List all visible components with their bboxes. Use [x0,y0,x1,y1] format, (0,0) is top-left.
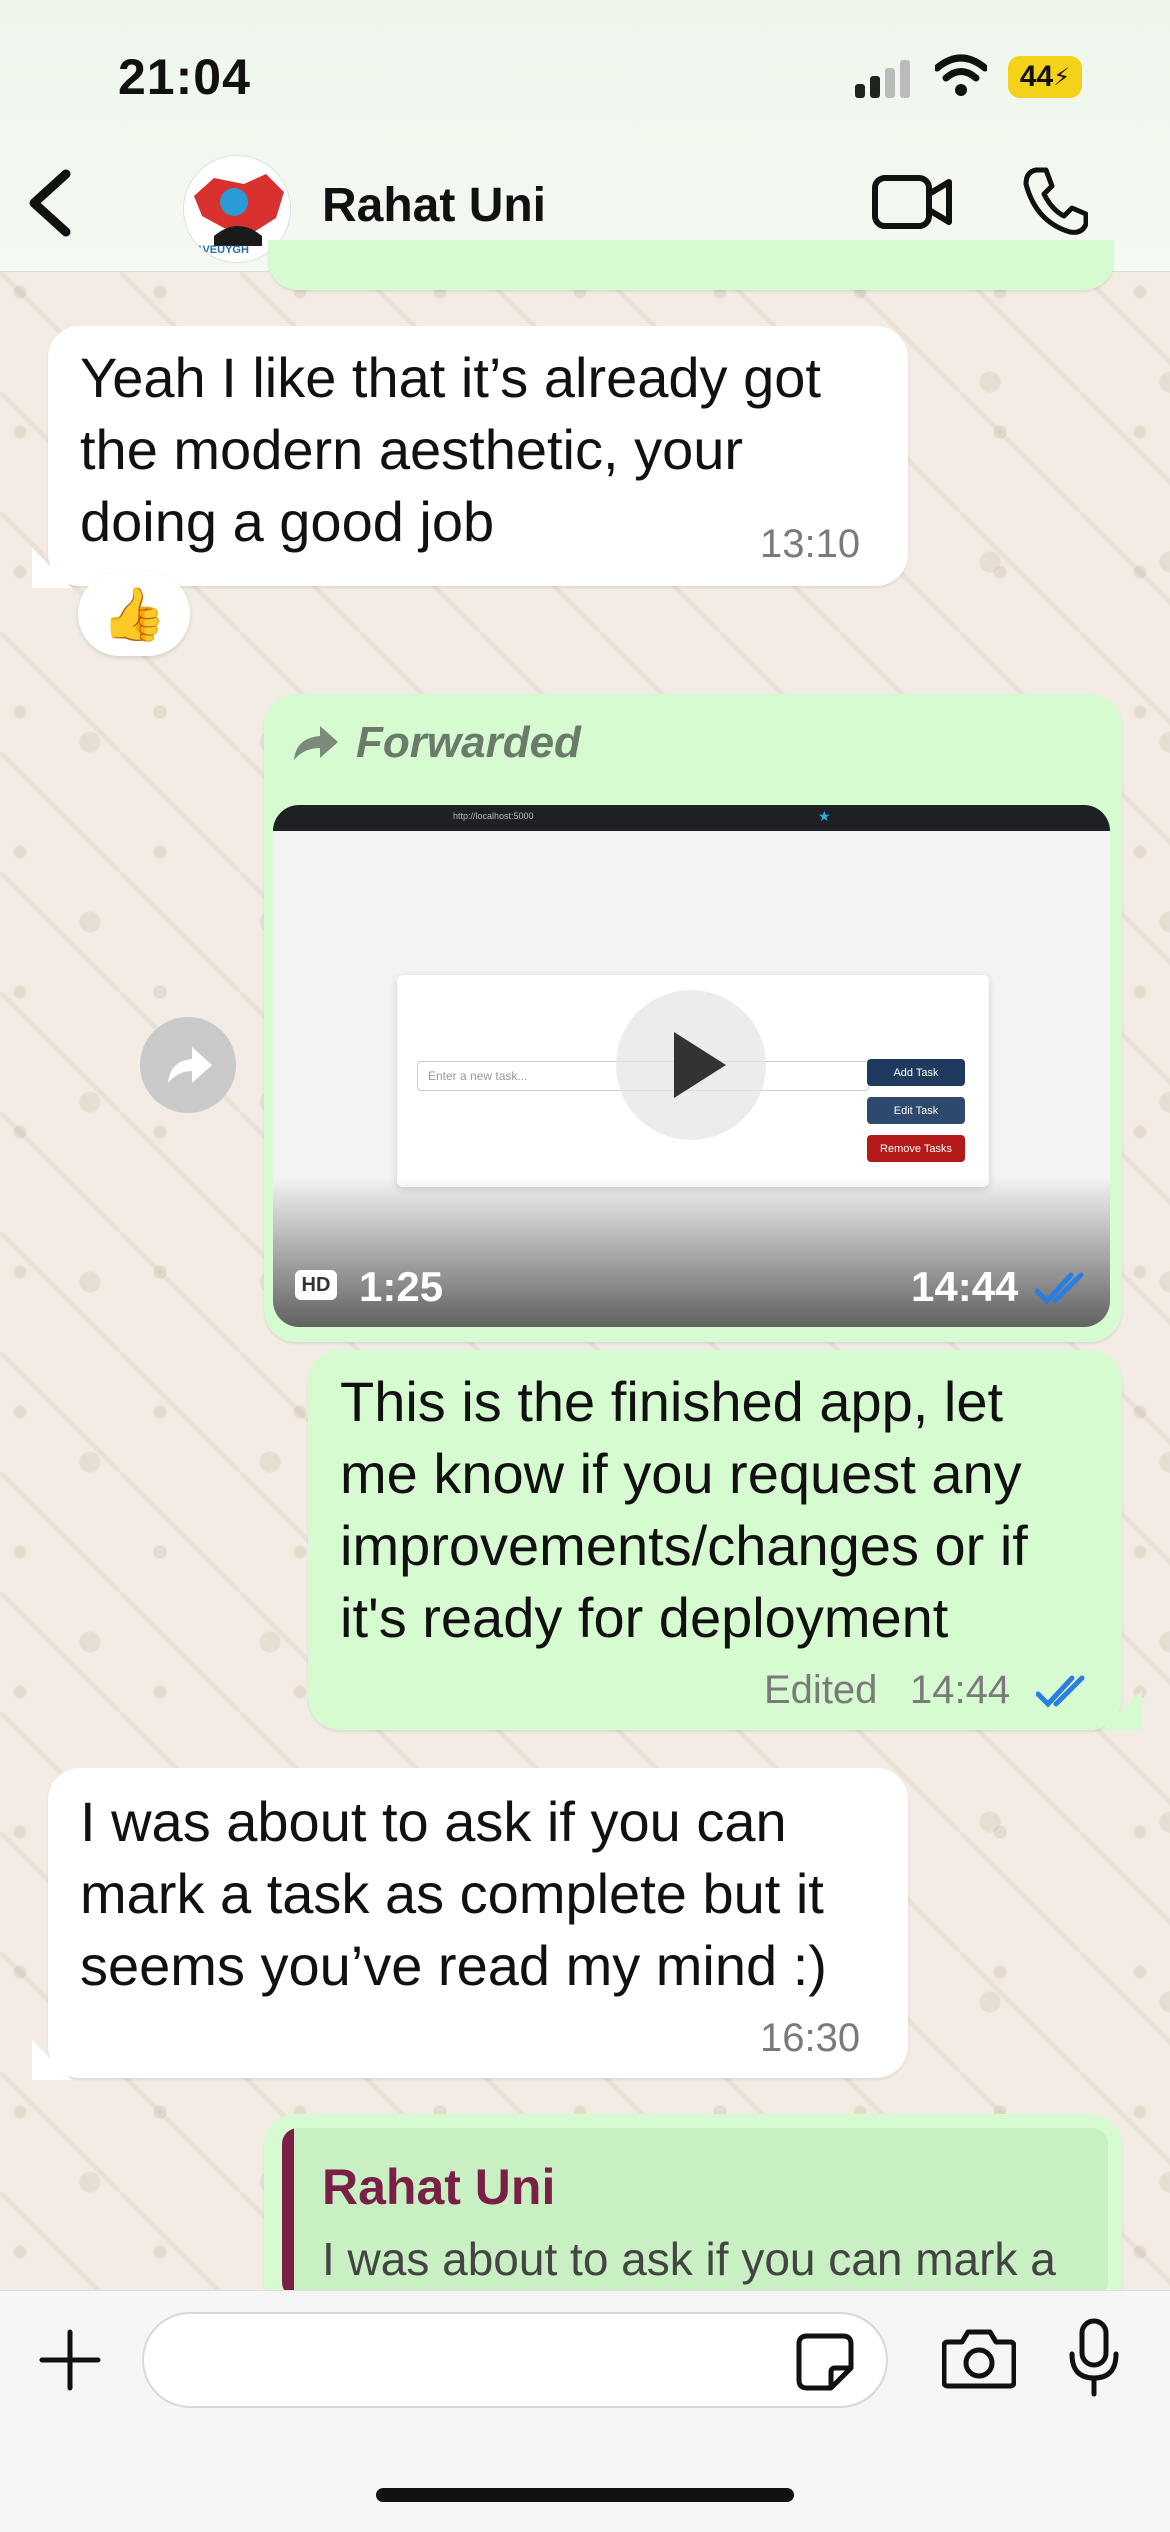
remove-tasks-preview-button: Remove Tasks [867,1135,965,1162]
play-button[interactable] [616,990,766,1140]
wifi-icon [935,54,987,96]
message-time: 14:44 [910,1668,1011,1712]
message-line: This is the finished app, let [340,1370,1004,1433]
share-arrow-icon [168,1047,212,1083]
message-line: seems you’ve read my mind :) [80,1934,827,1997]
chat-header [0,0,1170,272]
message-line: Yeah I like that it’s already got [80,346,821,409]
reply-snippet: I was about to ask if you can mark a [322,2233,1056,2285]
message-line: improvements/changes or if [340,1514,1028,1577]
read-receipt-icon [1035,1272,1084,1305]
avatar-caption: SAVEUYGH [188,244,249,256]
reply-accent-bar [282,2128,294,2298]
bookmark-star-icon: ★ [818,808,831,824]
home-indicator [376,2488,794,2502]
message-time: 16:30 [760,2016,861,2060]
message-time: 14:44 [911,1263,1019,1310]
message-time: 13:10 [760,522,861,566]
video-thumbnail[interactable]: http://localhost:5000 ★ Enter a new task… [273,805,1110,1327]
phone-call-icon[interactable] [1022,166,1088,236]
quoted-reply[interactable]: Rahat Uni I was about to ask if you can … [282,2128,1108,2298]
message-line: the modern aesthetic, your [80,418,744,481]
message-line: it's ready for deployment [340,1586,949,1649]
message-line: I was about to ask if you can [80,1790,787,1853]
hd-badge: HD [295,1270,337,1300]
message-line: mark a task as complete but it [80,1862,824,1925]
camera-icon[interactable] [942,2326,1016,2390]
contact-name[interactable]: Rahat Uni [322,178,546,233]
back-chevron-icon[interactable] [22,168,78,238]
battery-indicator: 44 ⚡ [1008,56,1082,98]
browser-url: http://localhost:5000 [453,811,534,821]
battery-level: 44 [1019,60,1054,93]
message-text: Yeah I like that it’s already got the mo… [80,342,821,558]
message-text: This is the finished app, let me know if… [340,1366,1028,1654]
charging-icon: ⚡ [1053,63,1071,91]
edited-label: Edited [764,1668,878,1712]
message-line: doing a good job [80,490,495,553]
read-receipt-icon [1036,1675,1085,1708]
sticker-icon[interactable] [795,2332,855,2392]
forwarded-icon [294,726,338,760]
video-call-icon[interactable] [872,170,952,234]
reaction-badge[interactable]: 👍 [78,572,190,656]
add-task-preview-button: Add Task [867,1059,965,1086]
status-time: 21:04 [118,49,251,105]
forwarded-label: Forwarded [356,718,581,767]
message-input[interactable] [142,2312,888,2408]
message-line: me know if you request any [340,1442,1022,1505]
previous-message-bubble [268,240,1114,290]
plus-icon[interactable] [38,2328,102,2392]
video-duration: 1:25 [359,1263,444,1310]
reply-author: Rahat Uni [322,2159,556,2215]
message-text: I was about to ask if you can mark a tas… [80,1786,827,2002]
cellular-signal-icon [855,58,915,98]
microphone-icon[interactable] [1068,2318,1120,2398]
edit-task-preview-button: Edit Task [867,1097,965,1124]
thumbs-up-reaction-icon: 👍 [101,585,167,644]
browser-toolbar: http://localhost:5000 ★ [273,805,1110,831]
forward-share-button[interactable] [140,1017,236,1113]
